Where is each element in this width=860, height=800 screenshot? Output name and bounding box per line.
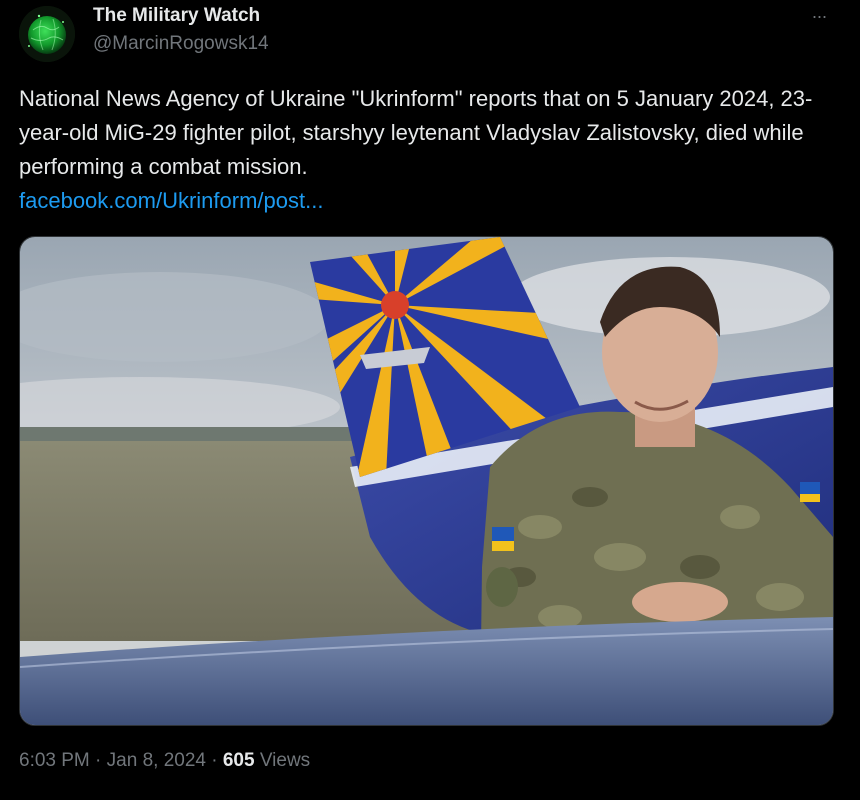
tweet[interactable]: The Military Watch @MarcinRogowsk14 ··· … [0,0,860,800]
tweet-meta: 6:03 PM · Jan 8, 2024 · 605 Views [19,750,310,772]
tweet-link[interactable]: facebook.com/Ukrinform/post... [19,184,834,218]
avatar[interactable] [19,6,75,62]
more-options-icon[interactable]: ··· [806,3,832,29]
meta-separator: · [211,750,218,771]
tweet-photo[interactable] [19,236,834,726]
views-label: Views [259,750,311,771]
tweet-body: National News Agency of Ukraine "Ukrinfo… [19,86,813,179]
views-count: 605 [222,750,255,771]
tweet-text: National News Agency of Ukraine "Ukrinfo… [19,82,834,218]
photo-pilot-with-jet [20,237,833,725]
author-name[interactable]: The Military Watch [93,5,260,27]
tweet-time[interactable]: 6:03 PM [19,750,90,771]
meta-separator: · [95,750,102,771]
author-handle[interactable]: @MarcinRogowsk14 [93,33,269,55]
globe-avatar-icon [19,6,75,62]
tweet-date[interactable]: Jan 8, 2024 [107,750,206,771]
